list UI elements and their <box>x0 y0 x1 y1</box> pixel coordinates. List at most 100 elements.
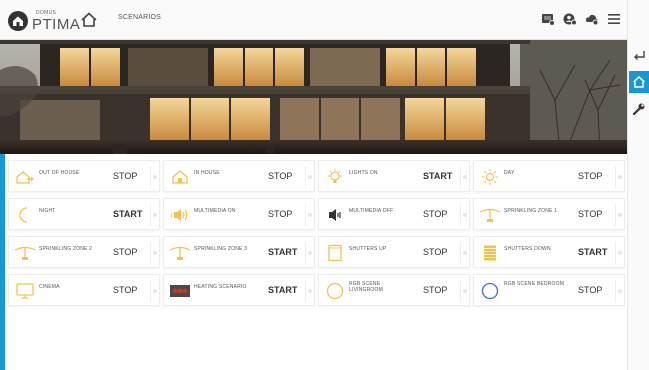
sprinkler-icon <box>169 243 191 263</box>
rail-home-button[interactable] <box>629 71 649 93</box>
scenario-name: SPRINKLING ZONE 1 <box>504 208 558 214</box>
scenario-name: RGB SCENE LIVINGROOM <box>349 281 383 293</box>
display-icon[interactable] <box>540 11 555 26</box>
status-dot <box>153 175 157 179</box>
scenario-name: RGB SCENE BEDROOM <box>504 281 565 287</box>
logo-big-text: PTIMA <box>32 16 81 33</box>
heater-icon <box>169 281 191 301</box>
speaker-on-icon <box>169 205 191 225</box>
scenario-action-button[interactable]: START <box>572 238 614 266</box>
divider <box>150 242 151 264</box>
scenario-tile-sprinkling-zone-3: SPRINKLING ZONE 3 START <box>163 236 315 268</box>
scenario-name: SPRINKLING ZONE 2 <box>39 246 93 252</box>
top-bar: DOMUS PTIMA SCENARIOS <box>0 0 627 40</box>
scenario-action-button[interactable]: STOP <box>417 238 459 266</box>
scenario-action-button[interactable]: START <box>262 276 304 304</box>
scenario-grid: OUT OF HOUSE STOP IN HOUSE STOP LIGHTS O… <box>8 160 626 360</box>
scenario-tile-sprinkling-zone-1: SPRINKLING ZONE 1 STOP <box>473 198 625 230</box>
divider <box>615 204 616 226</box>
sun-icon <box>479 167 501 187</box>
scenario-name: SHUTTERS DOWN <box>504 246 551 252</box>
breadcrumb: SCENARIOS <box>118 14 162 21</box>
scenario-action-button[interactable]: STOP <box>262 162 304 190</box>
divider <box>150 204 151 226</box>
scenario-name: OUT OF HOUSE <box>39 170 80 176</box>
divider <box>460 204 461 226</box>
divider <box>150 166 151 188</box>
status-dot <box>618 213 622 217</box>
scenario-action-button[interactable]: STOP <box>572 276 614 304</box>
user-settings-icon[interactable] <box>562 11 577 26</box>
house-photo <box>0 40 627 154</box>
scenario-action-button[interactable]: STOP <box>107 162 149 190</box>
scenario-tile-rgb-scene-livingroom: RGB SCENE LIVINGROOM STOP <box>318 274 470 306</box>
scenario-name: CINEMA <box>39 284 60 290</box>
scenario-action-button[interactable]: START <box>262 238 304 266</box>
scenario-action-button[interactable]: STOP <box>572 200 614 228</box>
scenario-tile-heating-scenario: HEATING SCENARIO START <box>163 274 315 306</box>
sprinkler-icon <box>479 205 501 225</box>
scenario-name: SHUTTERS UP <box>349 246 387 252</box>
status-dot <box>618 175 622 179</box>
scenario-action-button[interactable]: START <box>417 162 459 190</box>
home-icon <box>632 75 646 88</box>
scenario-tile-cinema: CINEMA STOP <box>8 274 160 306</box>
scenario-action-button[interactable]: STOP <box>107 276 149 304</box>
shutters-down-icon <box>479 243 501 263</box>
status-dot <box>308 251 312 255</box>
scenario-tile-rgb-scene-bedroom: RGB SCENE BEDROOM STOP <box>473 274 625 306</box>
scenario-action-button[interactable]: STOP <box>417 276 459 304</box>
scenario-name: LIGHTS ON <box>349 170 378 176</box>
scenario-name: IN HOUSE <box>194 170 220 176</box>
tools-button[interactable] <box>629 98 649 120</box>
status-dot <box>463 289 467 293</box>
shutters-up-icon <box>324 243 346 263</box>
scenario-name: HEATING SCENARIO <box>194 284 247 290</box>
scenario-name: MULTIMEDIA OFF <box>349 208 394 214</box>
scenario-name: NIGHT <box>39 208 56 214</box>
status-dot <box>463 175 467 179</box>
scenario-action-button[interactable]: STOP <box>107 238 149 266</box>
scenario-action-button[interactable]: STOP <box>417 200 459 228</box>
sprinkler-icon <box>14 243 36 263</box>
menu-icon[interactable] <box>606 11 621 26</box>
left-accent-bar <box>0 154 5 370</box>
divider <box>615 280 616 302</box>
divider <box>305 204 306 226</box>
scenario-tile-lights-on: LIGHTS ON START <box>318 160 470 192</box>
scenario-action-button[interactable]: STOP <box>262 200 304 228</box>
status-dot <box>618 289 622 293</box>
scenario-tile-multimedia-off: MULTIMEDIA OFF STOP <box>318 198 470 230</box>
moon-icon <box>14 205 36 225</box>
scenario-action-button[interactable]: STOP <box>572 162 614 190</box>
scenario-tile-night: NIGHT START <box>8 198 160 230</box>
divider <box>305 166 306 188</box>
status-dot <box>308 213 312 217</box>
divider <box>460 242 461 264</box>
scenario-tile-in-house: IN HOUSE STOP <box>163 160 315 192</box>
scenario-tile-day: DAY STOP <box>473 160 625 192</box>
scenario-action-button[interactable]: START <box>107 200 149 228</box>
scenario-tile-shutters-down: SHUTTERS DOWN START <box>473 236 625 268</box>
status-dot <box>153 213 157 217</box>
status-dot <box>463 213 467 217</box>
back-button[interactable] <box>629 44 649 66</box>
divider <box>150 280 151 302</box>
house-out-icon <box>14 167 36 187</box>
scenario-tile-multimedia-on: MULTIMEDIA ON STOP <box>163 198 315 230</box>
speaker-off-icon <box>324 205 346 225</box>
top-toolbar <box>540 11 621 26</box>
status-dot <box>308 289 312 293</box>
divider <box>305 242 306 264</box>
cloud-settings-icon[interactable] <box>584 11 599 26</box>
scenario-tile-out-of-house: OUT OF HOUSE STOP <box>8 160 160 192</box>
scenario-name: SPRINKLING ZONE 3 <box>194 246 248 252</box>
right-rail <box>627 0 649 370</box>
scenario-tile-sprinkling-zone-2: SPRINKLING ZONE 2 STOP <box>8 236 160 268</box>
status-dot <box>153 251 157 255</box>
house-in-icon <box>169 167 191 187</box>
scenario-tile-shutters-up: SHUTTERS UP STOP <box>318 236 470 268</box>
scenario-name: MULTIMEDIA ON <box>194 208 236 214</box>
scenario-name: DAY <box>504 170 515 176</box>
home-button[interactable] <box>78 9 100 31</box>
